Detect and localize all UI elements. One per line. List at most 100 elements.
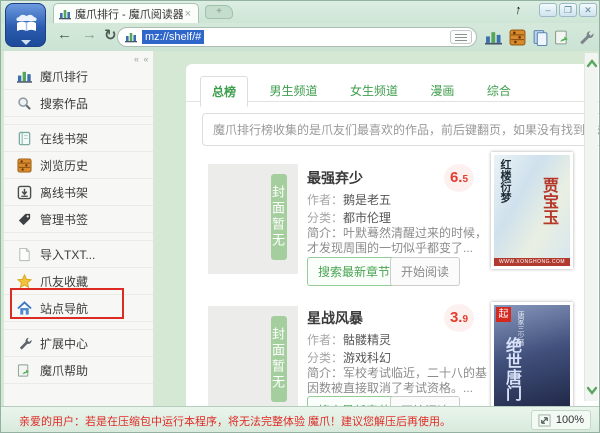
- sidebar-item-manage-bookmarks[interactable]: 管理书签: [4, 206, 153, 233]
- maximize-button[interactable]: ❐: [559, 3, 577, 17]
- rating-dec: 9: [462, 314, 468, 325]
- sidebar-item-history[interactable]: 浏览历史: [4, 152, 153, 179]
- minimize-button[interactable]: –: [539, 3, 557, 17]
- cover-big-text: 贾宝玉: [536, 177, 560, 225]
- sidebar-item-label: 魔爪帮助: [40, 362, 88, 379]
- rating-dec: 5: [462, 174, 468, 185]
- status-bar: 亲爱的用户：若是在压缩包中运行本程序，将无法完整体验 魔爪！建议您解压后再使用。…: [1, 406, 599, 432]
- sidebar-item-extensions[interactable]: 扩展中心: [4, 330, 153, 357]
- bar-chart-icon: [17, 69, 32, 84]
- tab-overall[interactable]: 总榜: [200, 76, 248, 107]
- book-title[interactable]: 星战风暴: [307, 308, 363, 328]
- zoom-level: 100%: [556, 414, 584, 426]
- sidebar-item-search-works[interactable]: 搜索作品: [4, 90, 153, 117]
- sidebar-item-offline-shelf[interactable]: 离线书架: [4, 179, 153, 206]
- forward-button[interactable]: →: [82, 26, 97, 43]
- sidebar-group-divider: [4, 322, 153, 330]
- blank-page-icon: [17, 247, 32, 262]
- history-abacus-icon: [17, 158, 32, 173]
- scroll-up-icon[interactable]: [586, 57, 598, 71]
- reload-button[interactable]: ↻: [104, 26, 117, 44]
- url-dropdown-list-icon[interactable]: [450, 30, 472, 44]
- search-latest-chapter-button[interactable]: 搜索最新章节: [307, 257, 401, 286]
- sidebar-item-online-shelf[interactable]: 在线书架: [4, 125, 153, 152]
- sidebar-item-label: 浏览历史: [40, 157, 88, 174]
- share-help-icon: [17, 363, 32, 378]
- search-icon: [17, 96, 32, 111]
- scroll-down-icon[interactable]: [586, 383, 598, 397]
- chevron-down-icon: [21, 40, 31, 45]
- ranking-chart-icon[interactable]: [485, 29, 502, 46]
- home-icon: [17, 301, 32, 316]
- book-category: 分类：游戏科幻: [307, 349, 391, 366]
- sidebar-item-label: 在线书架: [40, 130, 88, 147]
- book-cloud-icon: [13, 10, 40, 36]
- author-value: 骷髅精灵: [343, 333, 391, 347]
- sidebar-item-help[interactable]: 魔爪帮助: [4, 357, 153, 384]
- cover-title-text: 红楼衍梦: [497, 159, 513, 203]
- sidebar-group-divider: [4, 233, 153, 241]
- book-cover-image[interactable]: 起 唐家三少著 绝世唐门: [491, 302, 573, 406]
- author-label: 作者：: [307, 193, 343, 207]
- warning-text: 亲爱的用户：若是在压缩包中运行本程序，将无法完整体验 魔爪！建议您解压后再使用。: [19, 413, 451, 429]
- app-logo-menu-button[interactable]: [5, 3, 46, 47]
- book-title[interactable]: 最强弃少: [307, 168, 363, 188]
- no-cover-label: 封面暂无: [271, 316, 287, 402]
- nav-toolbar: ← → ↻ mz://shelf/#: [1, 23, 599, 51]
- app-window: 魔爪排行 - 魔爪阅读器 × + ↑ – ❐ ✕ ← → ↻ mz://shel…: [0, 0, 600, 433]
- zoom-control[interactable]: 100%: [531, 410, 591, 430]
- tab-comics[interactable]: 漫画: [419, 76, 465, 105]
- sidebar-item-label: 离线书架: [40, 184, 88, 201]
- sidebar-item-moza-ranking[interactable]: 魔爪排行: [4, 63, 153, 90]
- url-text-selected[interactable]: mz://shelf/#: [142, 30, 204, 44]
- tab-close-icon[interactable]: ×: [183, 8, 193, 20]
- back-button[interactable]: ←: [57, 26, 72, 43]
- category-tabs: 总榜 男生频道 女生频道 漫画 综合: [186, 64, 599, 102]
- wrench-icon[interactable]: [577, 29, 594, 46]
- star-icon: [17, 274, 32, 289]
- author-value: 鹅是老五: [343, 193, 391, 207]
- sidebar-item-label: 站点导航: [40, 300, 88, 317]
- content-area: 总榜 男生频道 女生频道 漫画 综合 魔爪排行榜收集的是爪友们最喜欢的作品，前后…: [155, 51, 599, 406]
- browser-tab[interactable]: 魔爪排行 - 魔爪阅读器 ×: [53, 3, 199, 23]
- tab-female-channel[interactable]: 女生频道: [339, 76, 409, 105]
- ranking-card: 总榜 男生频道 女生频道 漫画 综合 魔爪排行榜收集的是爪友们最喜欢的作品，前后…: [186, 64, 599, 406]
- ranking-chart-icon: [59, 8, 71, 20]
- pin-top-icon[interactable]: ↑: [514, 2, 523, 18]
- close-button[interactable]: ✕: [579, 3, 597, 17]
- book-cover-image[interactable]: 红楼衍梦 贾宝玉 WWW.XONGHONG.COM: [491, 152, 573, 269]
- start-reading-button[interactable]: 开始阅读: [390, 257, 460, 286]
- sidebar-collapse-icon[interactable]: « «: [134, 54, 150, 64]
- sidebar-item-import-txt[interactable]: 导入TXT...: [4, 241, 153, 268]
- sidebar-item-label: 扩展中心: [40, 335, 88, 352]
- tab-misc[interactable]: 综合: [476, 76, 522, 105]
- address-bar[interactable]: mz://shelf/#: [117, 27, 477, 47]
- tab-male-channel[interactable]: 男生频道: [258, 76, 328, 105]
- rating-badge: 3.9: [444, 304, 474, 332]
- sidebar-item-label: 爪友收藏: [40, 273, 88, 290]
- category-value: 游戏科幻: [343, 351, 391, 365]
- rating-badge: 6.5: [444, 164, 474, 192]
- share-help-icon[interactable]: [554, 29, 571, 46]
- main-area: « « 魔爪排行 搜索作品 在线书架 浏览历史 离线书架: [1, 51, 599, 406]
- sidebar-item-label: 管理书签: [40, 211, 88, 228]
- download-icon: [17, 185, 32, 200]
- category-label: 分类：: [307, 211, 343, 225]
- rating-int: 3.: [450, 309, 463, 326]
- intro-label: 简介：: [307, 366, 343, 380]
- sidebar-item-label: 搜索作品: [40, 95, 88, 112]
- author-label: 作者：: [307, 333, 343, 347]
- category-label: 分类：: [307, 351, 343, 365]
- new-tab-button[interactable]: +: [205, 5, 233, 19]
- history-abacus-icon[interactable]: [509, 29, 526, 46]
- search-latest-chapter-button[interactable]: 搜索最新章节: [307, 396, 401, 406]
- documents-icon[interactable]: [532, 29, 549, 46]
- sidebar-item-favorites[interactable]: 爪友收藏: [4, 268, 153, 295]
- book-author: 作者：骷髅精灵: [307, 331, 391, 348]
- book-intro: 简介：军校考试临近，二十八的基因数被直接取消了考试资格。...: [307, 366, 489, 396]
- no-cover-label: 封面暂无: [271, 174, 287, 260]
- start-reading-button[interactable]: 开始阅读: [390, 396, 460, 406]
- rating-int: 6.: [450, 169, 463, 186]
- sidebar-item-site-nav[interactable]: 站点导航: [4, 295, 153, 322]
- vertical-scrollbar[interactable]: [584, 53, 598, 401]
